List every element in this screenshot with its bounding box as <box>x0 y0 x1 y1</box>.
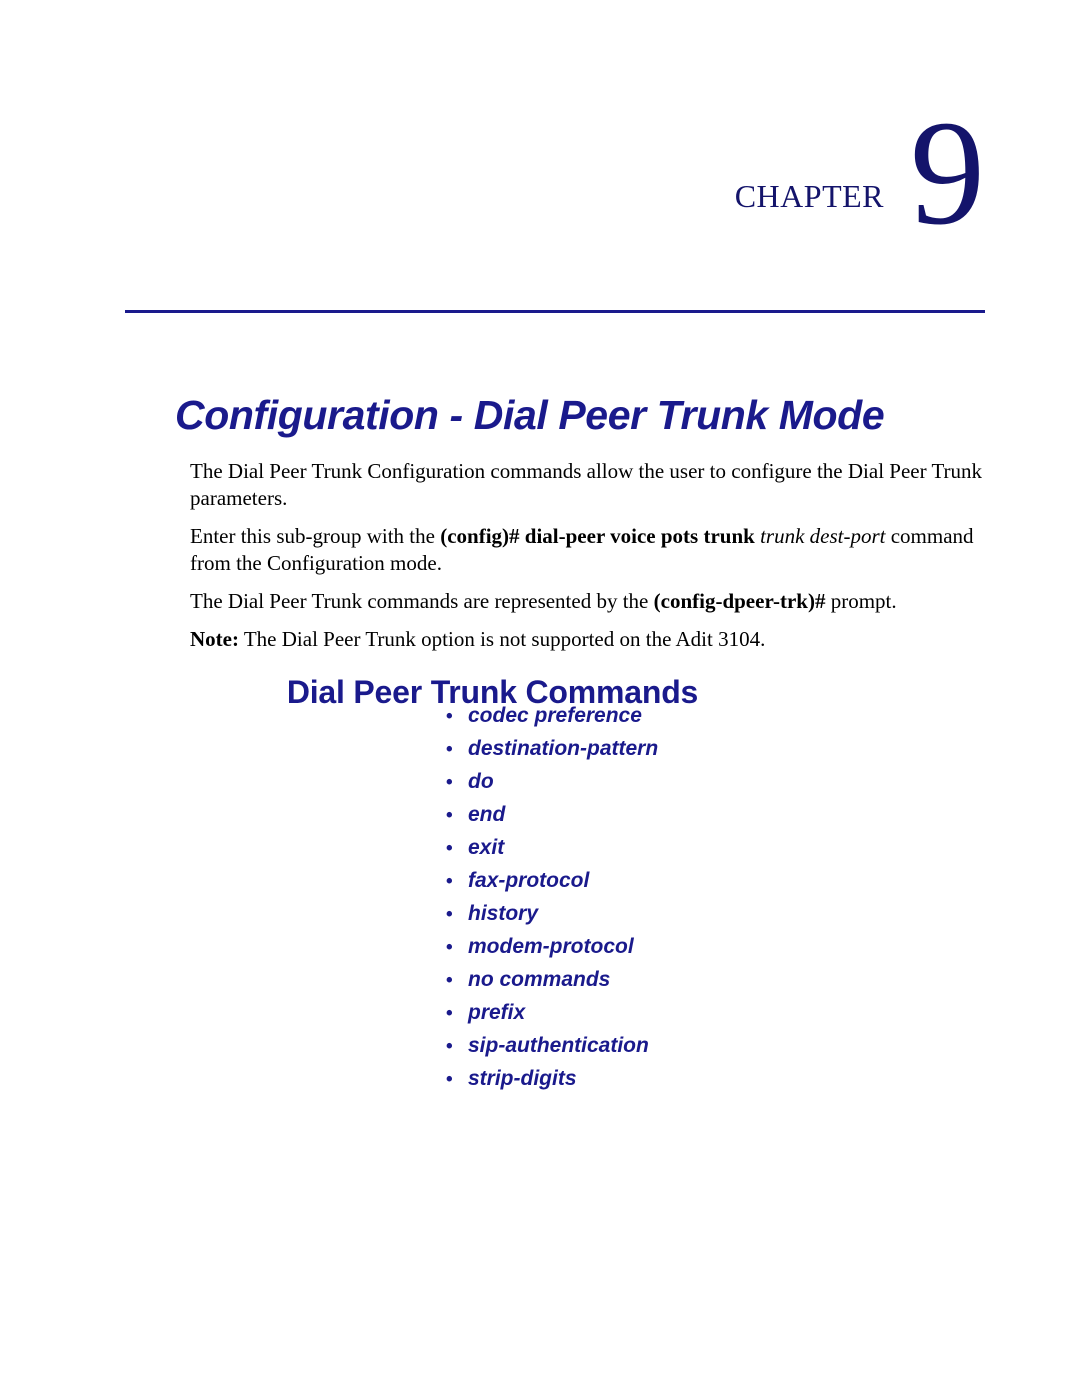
bullet-icon: • <box>446 904 453 925</box>
command-label: do <box>468 770 494 793</box>
prompt-string-bold: (config-dpeer-trk)# <box>653 589 826 613</box>
command-label: history <box>468 902 539 925</box>
paragraph-prompt-tail: prompt. <box>825 589 897 613</box>
document-page: Chapter 9 Configuration - Dial Peer Trun… <box>0 0 1080 1397</box>
bullet-icon: • <box>446 706 453 727</box>
chapter-word-label: Chapter <box>734 166 884 217</box>
body-text-block: The Dial Peer Trunk Configuration comman… <box>190 458 986 653</box>
note-label: Note: <box>190 627 239 651</box>
bullet-icon: • <box>446 1069 453 1090</box>
paragraph-prompt: The Dial Peer Trunk commands are represe… <box>190 588 986 615</box>
bullet-icon: • <box>446 838 453 859</box>
command-list-item[interactable]: • history <box>446 898 658 931</box>
command-label: strip-digits <box>468 1067 577 1090</box>
command-label: prefix <box>468 1001 526 1024</box>
bullet-icon: • <box>446 970 453 991</box>
bullet-icon: • <box>446 805 453 826</box>
command-list-item[interactable]: • codec preference <box>446 700 658 733</box>
command-label: no commands <box>468 968 611 991</box>
bullet-icon: • <box>446 1003 453 1024</box>
command-list-item[interactable]: • sip-authentication <box>446 1030 658 1063</box>
command-label: destination-pattern <box>468 737 659 760</box>
paragraph-prompt-lead: The Dial Peer Trunk commands are represe… <box>190 589 654 613</box>
command-list-item[interactable]: • fax-protocol <box>446 865 658 898</box>
command-list-item[interactable]: • end <box>446 799 658 832</box>
command-label: sip-authentication <box>468 1034 649 1057</box>
paragraph-intro-text: The Dial Peer Trunk Configuration comman… <box>190 459 983 510</box>
command-syntax-italic: trunk dest-port <box>754 524 886 548</box>
command-syntax-bold: (config)# dial-peer voice pots trunk <box>440 524 755 548</box>
command-list-item[interactable]: • modem-protocol <box>446 931 658 964</box>
chapter-header: Chapter 9 <box>0 86 985 256</box>
paragraph-note: Note: The Dial Peer Trunk option is not … <box>190 626 986 653</box>
command-label: end <box>468 803 506 826</box>
paragraph-intro: The Dial Peer Trunk Configuration comman… <box>190 458 986 512</box>
bullet-icon: • <box>446 772 453 793</box>
command-list-item[interactable]: • prefix <box>446 997 658 1030</box>
command-list-item[interactable]: • do <box>446 766 658 799</box>
note-text: The Dial Peer Trunk option is not suppor… <box>238 627 766 651</box>
paragraph-enter-subgroup: Enter this sub-group with the (config)# … <box>190 523 986 577</box>
command-label: exit <box>468 836 505 859</box>
command-label: codec preference <box>468 704 642 727</box>
bullet-icon: • <box>446 937 453 958</box>
bullet-icon: • <box>446 1036 453 1057</box>
command-list-item[interactable]: • no commands <box>446 964 658 997</box>
header-divider-rule <box>125 310 985 313</box>
paragraph-enter-lead: Enter this sub-group with the <box>190 524 441 548</box>
command-list-item[interactable]: • exit <box>446 832 658 865</box>
bullet-icon: • <box>446 871 453 892</box>
command-list: • codec preference • destination-pattern • do… <box>446 700 658 1096</box>
command-list-item[interactable]: • destination-pattern <box>446 733 658 766</box>
command-list-item[interactable]: • strip-digits <box>446 1063 658 1096</box>
page-title: Configuration - Dial Peer Trunk Mode <box>175 392 885 439</box>
command-label: modem-protocol <box>468 935 634 958</box>
command-label: fax-protocol <box>468 869 590 892</box>
bullet-icon: • <box>446 739 453 760</box>
chapter-number: 9 <box>910 90 985 256</box>
